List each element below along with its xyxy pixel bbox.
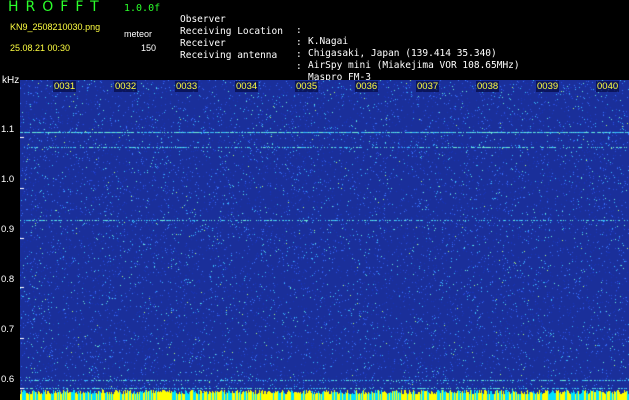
mode-label: meteor [124,29,153,39]
y-tick-label: 1.1 [1,124,15,135]
info-value: K.Nagai [308,36,349,47]
filename-label: KN9_2508210030.png [10,22,101,32]
y-tick-label: 0.7 [1,324,15,335]
x-tick-label: 0039 [536,81,560,92]
info-row-antenna: Receiving antenna : Maspro FM-3 [180,39,371,83]
x-tick-label: 0033 [175,81,199,92]
y-unit-label: kHz [2,75,20,86]
info-key: Receiving antenna [180,50,278,61]
y-tick-label: 1.0 [1,174,15,185]
x-tick-label: 0032 [114,81,138,92]
info-row-observer: Observer : K.Nagai [180,3,348,47]
datetime-label: 25.08.21 00:30 [10,43,71,53]
x-tick-label: 0035 [295,81,319,92]
info-value: AirSpy mini (Miakejima VOR 108.65MHz) [308,60,520,71]
x-tick-label: 0034 [235,81,259,92]
y-tick-label: 0.6 [1,374,15,385]
app-title: HROFFT [8,0,106,15]
x-tick-label: 0040 [596,81,620,92]
info-key: Receiving Location [180,26,283,37]
info-sep: : [296,37,302,48]
x-tick-label: 0031 [53,81,77,92]
info-value: Chigasaki, Japan (139.414 35.340) [308,48,497,59]
count-label: 150 [141,43,157,53]
x-tick-label: 0037 [416,81,440,92]
x-tick-label: 0038 [476,81,500,92]
spectrogram-canvas [20,80,629,400]
y-tick-label: 0.9 [1,224,15,235]
info-row-location: Receiving Location : Chigasaki, Japan (1… [180,15,497,59]
info-sep: : [296,61,302,72]
info-sep: : [296,25,302,36]
y-tick-label: 0.8 [1,274,15,285]
info-row-receiver: Receiver : AirSpy mini (Miakejima VOR 10… [180,27,520,71]
info-sep: : [296,49,302,60]
x-tick-label: 0036 [355,81,379,92]
version-label: 1.0.0f [124,3,161,14]
